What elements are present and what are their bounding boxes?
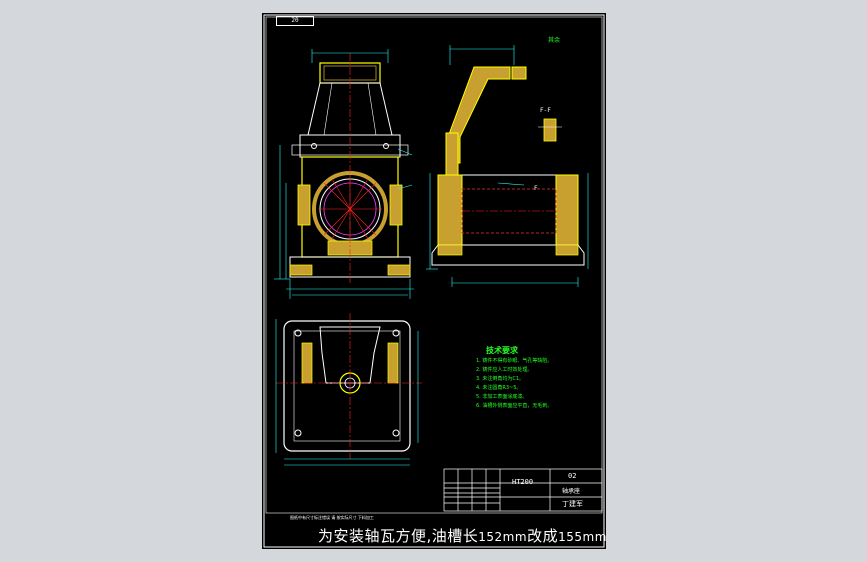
part-name: 轴承座: [562, 488, 581, 495]
part-number: 02: [568, 472, 577, 480]
section-marker: F: [534, 185, 538, 192]
roughness-note: 其余: [548, 37, 561, 44]
sheet-border: [263, 14, 605, 548]
note-item: 5. 非加工表面涂底漆。: [476, 394, 528, 400]
notes-title: 技术要求: [486, 346, 518, 355]
drawing-sheet: 20 其余 F-F F HT200 02 轴承座 丁建军 技术要求 1. 铸件不…: [262, 13, 606, 549]
designer: 丁建军: [562, 500, 583, 508]
material-label: HT200: [512, 478, 534, 486]
note-item: 2. 铸件应人工时效处理。: [476, 367, 533, 373]
caption-value-2: 155mm: [558, 530, 607, 544]
front-view: [274, 49, 414, 299]
corner-tag: 20: [276, 16, 314, 26]
caption-text-2: 改成: [527, 527, 559, 545]
note-item: 1. 铸件不得有砂眼、气孔等缺陷。: [476, 358, 553, 364]
small-print: 图纸中有尺寸标注错误 请 按实际尺寸 下料加工: [290, 515, 374, 520]
technical-notes: 技术要求 1. 铸件不得有砂眼、气孔等缺陷。 2. 铸件应人工时效处理。 3. …: [476, 346, 552, 411]
note-item: 4. 未注圆角R3~5。: [476, 385, 522, 391]
side-view: [426, 45, 589, 287]
caption-value-1: 152mm: [478, 530, 528, 544]
plan-view: [275, 313, 422, 466]
cad-drawing: [263, 14, 605, 548]
section-label: F-F: [540, 107, 551, 114]
note-item: 6. 油槽外侧表面应平直，无毛刺。: [476, 403, 553, 409]
caption-text-1: 为安装轴瓦方便,油槽长: [318, 527, 479, 545]
revision-caption: 为安装轴瓦方便,油槽长152mm改成155mm: [318, 525, 607, 546]
note-item: 3. 未注倒角均为C1。: [476, 376, 525, 382]
